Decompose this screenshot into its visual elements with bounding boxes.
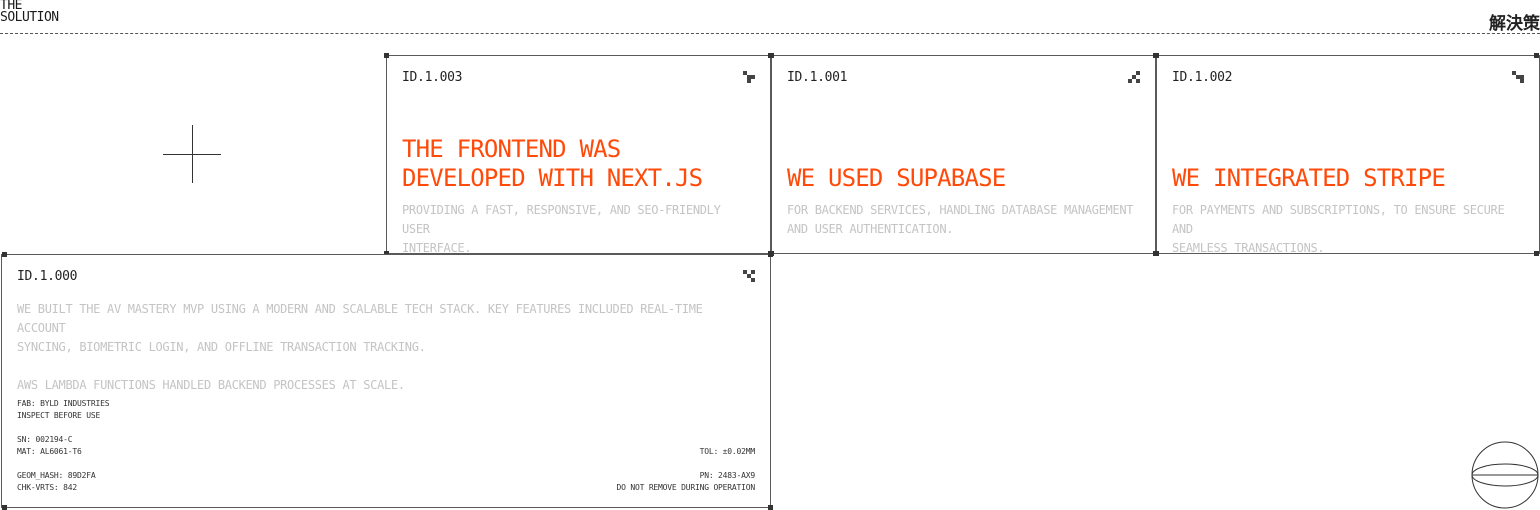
- card-id: ID.1.000: [17, 269, 78, 284]
- overview-description-line2: SYNCING, BIOMETRIC LOGIN, AND OFFLINE TR…: [17, 340, 426, 354]
- card-stripe: ID.1.002 WE INTEGRATED STRIPE FOR PAYMEN…: [1154, 53, 1540, 256]
- card-headline: THE FRONTEND WAS DEVELOPED WITH NEXT.JS: [402, 135, 703, 193]
- corner-marker: [1534, 251, 1539, 256]
- spec-tolerance: TOL: ±0.02MM: [699, 447, 756, 456]
- card-frontend: ID.1.003 THE FRONTEND WAS DEVELOPED WITH…: [384, 53, 773, 256]
- corner-marker: [768, 252, 773, 257]
- card-headline: WE USED SUPABASE: [787, 164, 1006, 192]
- crosshair-icon: [163, 125, 221, 183]
- spec-serial-number: SN: 002194-C: [17, 435, 73, 444]
- card-id: ID.1.002: [1172, 70, 1233, 85]
- overview-description-line3: AWS LAMBDA FUNCTIONS HANDLED BACKEND PRO…: [17, 378, 405, 392]
- spec-fab: FAB: BYLD INDUSTRIES: [17, 399, 110, 408]
- spec-warning: DO NOT REMOVE DURING OPERATION: [616, 483, 756, 492]
- section-header: THE SOLUTION 解決策: [0, 0, 1540, 34]
- card-description: PROVIDING A FAST, RESPONSIVE, AND SEO-FR…: [402, 201, 752, 258]
- overview-description: WE BUILT THE AV MASTERY MVP USING A MODE…: [17, 300, 757, 395]
- spec-material: MAT: AL6061-T6: [17, 447, 82, 456]
- card-description-line1: PROVIDING A FAST, RESPONSIVE, AND SEO-FR…: [402, 203, 721, 236]
- pixel-glyph-icon: [1512, 71, 1524, 83]
- section-title-jp: 解決策: [1489, 14, 1540, 34]
- card-description-line2: SEAMLESS TRANSACTIONS.: [1172, 241, 1325, 255]
- card-description: FOR PAYMENTS AND SUBSCRIPTIONS, TO ENSUR…: [1172, 201, 1522, 258]
- spec-inspect: INSPECT BEFORE USE: [17, 411, 101, 420]
- corner-marker: [2, 252, 7, 257]
- spec-part-number: PN: 2483-AX9: [699, 471, 756, 480]
- corner-marker: [2, 505, 7, 510]
- corner-marker: [384, 53, 389, 58]
- corner-marker: [1534, 53, 1539, 58]
- card-description-line2: AND USER AUTHENTICATION.: [787, 222, 954, 236]
- spec-chk-vrts: CHK-VRTS: 842: [17, 483, 78, 492]
- card-id: ID.1.001: [787, 70, 848, 85]
- card-overview: ID.1.000 WE BUILT THE AV MASTERY MVP USI…: [1, 252, 773, 510]
- pixel-glyph-icon: [743, 270, 755, 282]
- corner-marker: [1154, 251, 1159, 256]
- spec-geom-hash: GEOM_HASH: 89D2FA: [17, 471, 96, 480]
- corner-marker: [768, 505, 773, 510]
- crosshair-vertical-line: [192, 125, 193, 183]
- pixel-glyph-icon: [1128, 71, 1140, 83]
- card-description-line1: FOR BACKEND SERVICES, HANDLING DATABASE …: [787, 203, 1134, 217]
- pixel-glyph-icon: [743, 71, 755, 83]
- card-description: FOR BACKEND SERVICES, HANDLING DATABASE …: [787, 201, 1137, 239]
- section-title: THE SOLUTION: [0, 0, 120, 24]
- overview-description-line1: WE BUILT THE AV MASTERY MVP USING A MODE…: [17, 302, 703, 335]
- card-headline: WE INTEGRATED STRIPE: [1172, 164, 1446, 192]
- globe-icon: [1471, 441, 1539, 509]
- corner-marker: [769, 53, 774, 58]
- section-title-line2: SOLUTION: [0, 10, 59, 25]
- corner-marker: [1154, 53, 1159, 58]
- card-supabase: ID.1.001 WE USED SUPABASE FOR BACKEND SE…: [769, 53, 1158, 256]
- card-description-line1: FOR PAYMENTS AND SUBSCRIPTIONS, TO ENSUR…: [1172, 203, 1505, 236]
- card-id: ID.1.003: [402, 70, 463, 85]
- card-headline-line2: DEVELOPED WITH NEXT.JS: [402, 164, 703, 192]
- card-headline-line1: THE FRONTEND WAS: [402, 135, 621, 163]
